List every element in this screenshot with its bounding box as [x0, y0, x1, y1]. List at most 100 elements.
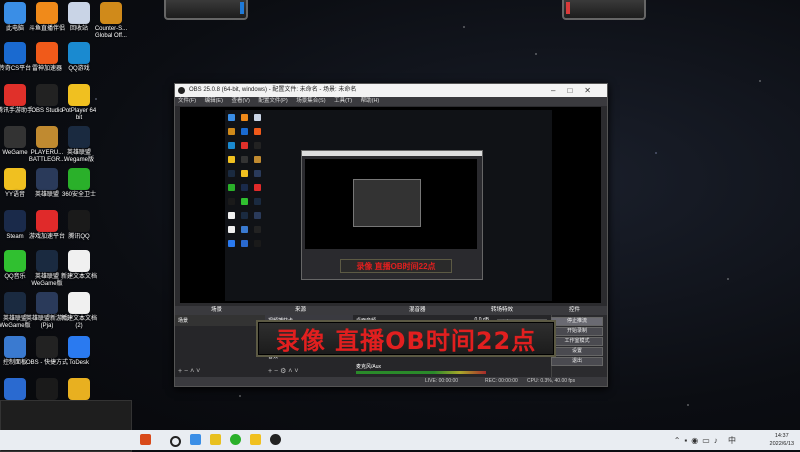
preview-mini-icon — [241, 170, 248, 177]
desktop-app-icon — [68, 2, 90, 24]
cortana-circle-icon[interactable] — [170, 436, 181, 447]
status-live: LIVE: 00:00:00 — [425, 378, 459, 384]
dock-title-scenes: 场景 — [211, 307, 223, 313]
desktop-app-icon — [36, 378, 58, 400]
preview-mini-icon — [241, 142, 248, 149]
desktop-app-icon — [68, 42, 90, 64]
file-explorer-icon[interactable] — [210, 434, 221, 445]
preview-mini-icon — [228, 142, 235, 149]
taskbar: ⌃▪◉▭♪ 中 14:37 2022/6/13 — [0, 430, 800, 450]
nested-titlebar — [302, 151, 482, 156]
desktop-app-icon — [4, 210, 26, 232]
desktop-app-icon — [4, 336, 26, 358]
preview-mini-icon — [228, 170, 235, 177]
taskbar-app-1-icon[interactable] — [140, 434, 151, 445]
tray-date: 2022/6/13 — [769, 441, 794, 447]
menu-file[interactable]: 文件(F) — [178, 98, 196, 104]
desktop-icon[interactable]: 英雄联盟 Wegame版 — [58, 126, 100, 164]
scene-list-item[interactable]: 场景 — [175, 315, 265, 326]
system-tray-icons[interactable]: ⌃▪◉▭♪ 中 — [674, 435, 740, 446]
menu-help[interactable]: 帮助(H) — [361, 98, 380, 104]
menu-tools[interactable]: 工具(T) — [334, 98, 352, 104]
menu-profile[interactable]: 配置文件(P) — [258, 98, 287, 104]
window-controls[interactable]: –□✕ — [551, 84, 603, 97]
hud-left-frame — [164, 0, 248, 20]
desktop-app-icon — [36, 2, 58, 24]
dock-title-controls: 控件 — [569, 307, 581, 313]
desktop-app-icon — [68, 126, 90, 148]
settings-button[interactable]: 设置 — [551, 347, 603, 356]
desktop-icon[interactable]: ToDesk — [58, 336, 100, 367]
preview-mini-icon — [241, 212, 248, 219]
desktop-app-icon — [68, 378, 90, 400]
tray-time: 14:37 — [774, 433, 789, 439]
desktop-icon-label: 英雄联盟 Wegame版 — [64, 150, 94, 163]
source-dock-toolbar[interactable]: + − ⚙ ˄ ˅ — [268, 367, 298, 375]
desktop-app-icon — [68, 84, 90, 106]
studio-mode-button[interactable]: 工作室模式 — [551, 337, 603, 346]
desktop-app-icon — [68, 336, 90, 358]
desktop-icon-label: Counter-S... Global Off... — [94, 26, 128, 39]
taskbar-obs-icon[interactable] — [270, 434, 281, 445]
desktop-app-icon — [68, 168, 90, 190]
scenes-dock: 场景 + − ˄ ˅ — [175, 315, 266, 377]
preview-mini-icon — [241, 128, 248, 135]
start-record-button[interactable]: 开始录制 — [551, 327, 603, 336]
desktop-icon[interactable]: 新建文本文档 — [58, 250, 100, 281]
desktop-icon[interactable]: QQ游戏 — [58, 42, 100, 73]
overlay-text: 录像 直播OB时间22点 — [275, 327, 537, 355]
preview-mini-icon — [241, 240, 248, 247]
taskbar-360-icon[interactable] — [230, 434, 241, 445]
obs-titlebar[interactable]: OBS 25.0.8 (64-bit, windows) - 配置文件: 未命名… — [175, 84, 607, 97]
desktop-app-icon — [36, 168, 58, 190]
desktop-icon[interactable]: 新建文本文档 (2) — [58, 292, 100, 330]
preview-mini-icon — [241, 184, 248, 191]
desktop-icon[interactable]: Counter-S... Global Off... — [90, 2, 132, 40]
obs-logo-icon — [178, 87, 185, 94]
taskbar-taskview-icon[interactable] — [190, 434, 201, 445]
desktop-app-icon — [4, 378, 26, 400]
tray-clock[interactable]: 14:37 2022/6/13 — [770, 432, 794, 448]
preview-mini-icon — [254, 156, 261, 163]
desktop-icon[interactable]: 360安全卫士 — [58, 168, 100, 199]
preview-mini-icon — [228, 128, 235, 135]
desktop-icon-label: 新建文本文档 — [60, 274, 97, 280]
scene-dock-toolbar[interactable]: + − ˄ ˅ — [178, 368, 200, 375]
desktop-app-icon — [36, 84, 58, 106]
dock-title-mixer: 混音器 — [409, 307, 426, 313]
desktop-app-icon — [36, 126, 58, 148]
desktop-app-icon — [68, 292, 90, 314]
menu-view[interactable]: 查看(V) — [231, 98, 249, 104]
preview-mini-icon — [254, 114, 261, 121]
preview-nested-obs-window: 录像 直播OB时间22点 — [301, 150, 483, 280]
mixer-track-mic: 麦克风/Aux — [356, 364, 382, 370]
status-rec: REC: 00:00:00 — [485, 378, 518, 384]
dock-title-sources: 来源 — [295, 307, 307, 313]
desktop-icon-label: QQ游戏 — [68, 66, 90, 72]
obs-preview[interactable]: 录像 直播OB时间22点 — [180, 107, 601, 303]
desktop-icon[interactable] — [58, 378, 100, 402]
dock-title-transitions: 转场特效 — [491, 307, 514, 313]
preview-mini-icon — [228, 198, 235, 205]
preview-mini-icon — [254, 198, 261, 205]
preview-mini-icon — [228, 240, 235, 247]
desktop-app-icon — [4, 292, 26, 314]
preview-mini-icon — [254, 240, 261, 247]
preview-mini-icon — [254, 184, 261, 191]
desktop-icon-label: 360安全卫士 — [61, 192, 96, 198]
stop-stream-button[interactable]: 停止推流 — [551, 317, 603, 326]
taskbar-potplayer-icon[interactable] — [250, 434, 261, 445]
preview-mini-icon — [228, 184, 235, 191]
menu-edit[interactable]: 编辑(E) — [205, 98, 223, 104]
preview-mini-icon — [228, 114, 235, 121]
desktop-app-icon — [4, 168, 26, 190]
menu-scene-collection[interactable]: 场景集合(S) — [296, 98, 325, 104]
desktop-icon-label: 新建文本文档 (2) — [60, 316, 97, 329]
desktop-app-icon — [4, 250, 26, 272]
desktop-icon[interactable]: PotPlayer 64 bit — [58, 84, 100, 122]
exit-button[interactable]: 退出 — [551, 357, 603, 366]
obs-window-title: OBS 25.0.8 (64-bit, windows) - 配置文件: 未命名… — [189, 87, 357, 93]
desktop-icon-label: 腾讯QQ — [68, 234, 90, 240]
desktop-icon[interactable]: 腾讯QQ — [58, 210, 100, 241]
desktop-app-icon — [68, 210, 90, 232]
